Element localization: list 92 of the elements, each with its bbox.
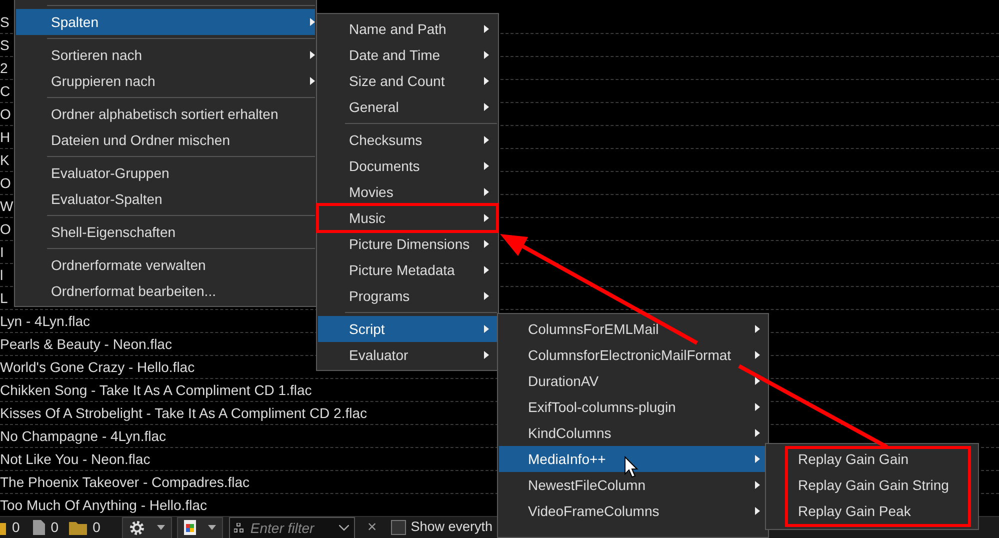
menu-item[interactable]: Ordnerformate verwalten [16,252,315,278]
file-name: I [0,244,4,260]
menu-item[interactable]: NewestFileColumn [499,472,767,498]
clear-filter-button[interactable]: × [367,516,377,538]
menu-item[interactable]: Picture Dimensions [318,231,497,257]
file-icon [32,520,45,535]
menu-item[interactable]: ColumnsForEMLMail [499,316,767,342]
file-name: S [0,37,10,53]
document-icon [184,520,196,535]
file-name: 2 [0,60,8,76]
settings-button[interactable] [122,516,172,538]
file-name: l [0,267,4,283]
grid-icon [234,522,244,532]
menu-item[interactable]: ExifTool-columns-plugin [499,394,767,420]
submenu-arrow-icon [755,429,760,437]
submenu-arrow-icon [484,103,489,111]
menu-item[interactable]: Picture Metadata [318,257,497,283]
menu-item[interactable]: Shell-Eigenschaften [16,219,315,245]
menu-item[interactable]: Name and Path [318,16,497,42]
item-count: 0 [92,518,100,537]
file-name: Lyn - 4Lyn.flac [0,313,90,329]
submenu-arrow-icon [484,325,489,333]
caret-icon [157,525,166,530]
submenu-arrow-icon [755,403,760,411]
menu-item[interactable]: Script [318,316,497,342]
submenu-arrow-icon [484,77,489,85]
menu-item[interactable]: DurationAV [499,368,767,394]
menu-item[interactable]: Evaluator-Spalten [16,186,315,212]
menu-item[interactable]: KindColumns [499,420,767,446]
view-button[interactable] [177,516,224,538]
menu-item[interactable]: Size and Count [318,68,497,94]
file-name: H [0,129,10,145]
file-name: Pearls & Beauty - Neon.flac [0,336,172,352]
menu-item[interactable]: Movies [318,179,497,205]
menu-item[interactable]: Ordner alphabetisch sortiert erhalten [16,101,315,127]
menu-item[interactable]: Evaluator-Gruppen [16,160,315,186]
menu-item[interactable]: VideoFrameColumns [499,498,767,524]
settings-icon [129,520,146,536]
file-name: Too Much Of Anything - Hello.flac [0,497,207,513]
item-count: 0 [12,518,20,537]
checkbox-label: Show everyth [410,518,493,536]
submenu-arrow-icon [755,481,760,489]
folder-icon [68,520,87,534]
submenu-arrow-icon [755,377,760,385]
submenu-arrow-icon [484,25,489,33]
file-name: C [0,83,10,99]
menu-item[interactable]: Programs [318,283,497,309]
submenu-arrow-icon [755,351,760,359]
folder-icon [0,520,6,534]
file-name: O [0,221,11,237]
menu-item[interactable]: Date and Time [318,42,497,68]
submenu-arrow-icon [484,51,489,59]
submenu-arrow-icon [484,214,489,222]
menu-item[interactable]: MediaInfo++ [499,446,767,472]
file-name: O [0,106,11,122]
menu-item[interactable]: Replay Gain Gain String [767,472,977,498]
submenu-arrow-icon [484,136,489,144]
file-name: S [0,14,10,30]
submenu-arrow-icon [755,455,760,463]
menu-item[interactable]: Evaluator [318,342,497,368]
submenu-arrow-icon [484,266,489,274]
menu-item[interactable]: Music [318,205,497,231]
file-name: Not Like You - Neon.flac [0,451,150,467]
submenu-arrow-icon [755,507,760,515]
file-name: L [0,290,8,306]
file-name: W [0,198,14,214]
file-name: World's Gone Crazy - Hello.flac [0,359,195,375]
file-name: Chikken Song - Take It As A Compliment CD 1.flac [0,382,312,398]
submenu-arrow-icon [484,292,489,300]
submenu-arrow-icon [484,162,489,170]
menu-item[interactable]: Spalten [16,9,315,35]
menu-item[interactable]: Ordnerformat bearbeiten... [16,278,315,304]
file-name: K [0,152,10,168]
file-name: No Champagne - 4Lyn.flac [0,428,166,444]
submenu-arrow-icon [484,351,489,359]
file-name: The Phoenix Takeover - Compadres.flac [0,474,250,490]
caret-icon [208,525,216,530]
menu-item[interactable]: ColumnsforElectronicMailFormat [499,342,767,368]
submenu-arrow-icon [484,188,489,196]
mouse-cursor-icon [624,456,638,478]
submenu-arrow-icon [484,240,489,248]
menu-item[interactable]: Checksums [318,127,497,153]
chevron-down-icon [339,524,350,530]
item-count: 0 [50,518,59,537]
menu-item[interactable]: General [318,94,497,120]
file-name: O [0,175,11,191]
submenu-arrow-icon [755,325,760,333]
file-name: Kisses Of A Strobelight - Take It As A Compliment CD 2.flac [0,405,368,421]
checkbox[interactable] [390,520,406,535]
filter-field[interactable]: Enter filter [229,516,356,538]
menu-item[interactable]: Dateien und Ordner mischen [16,127,315,153]
menu-item[interactable]: Documents [318,153,497,179]
